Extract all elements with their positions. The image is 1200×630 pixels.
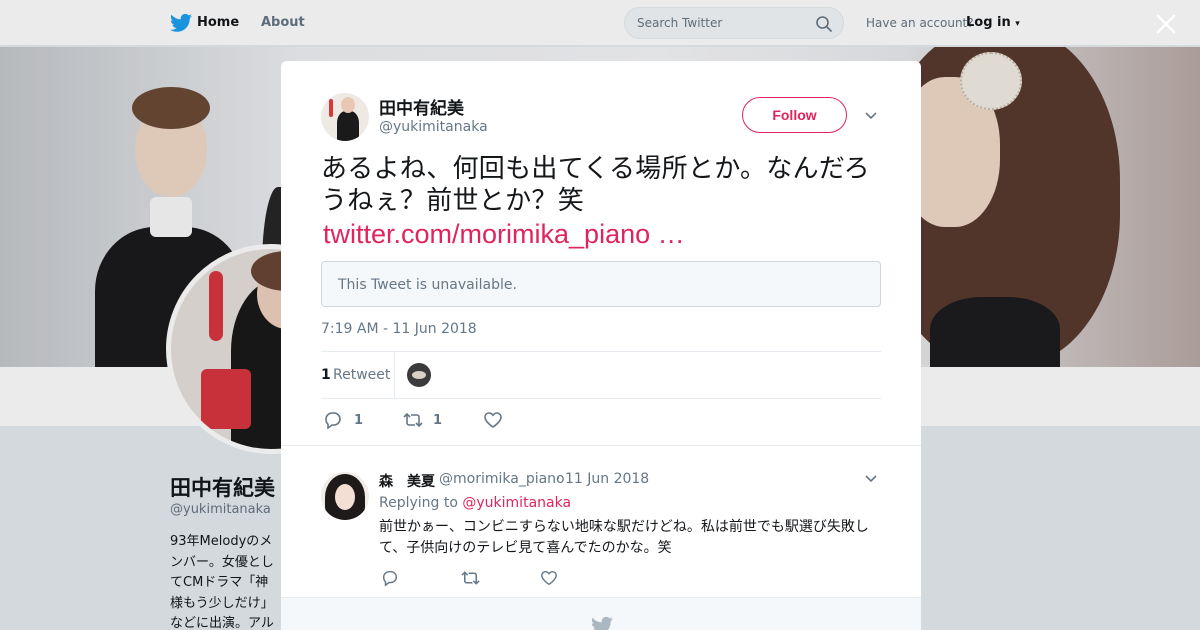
replying-to: Replying to @yukimitanaka [379, 495, 571, 511]
unavailable-message: This Tweet is unavailable. [338, 277, 517, 293]
tweet-permalink-modal: 田中有紀美 @yukimitanaka Follow あるよね、何回も出てくる場… [281, 61, 921, 630]
stats-divider [394, 352, 395, 398]
quoted-tweet-unavailable: This Tweet is unavailable. [321, 261, 881, 307]
reply-avatar-face [335, 484, 355, 510]
reply-author-name[interactable]: 森 美夏 [379, 471, 435, 491]
reply-icon[interactable] [381, 569, 399, 587]
reply-author-avatar[interactable] [321, 472, 369, 520]
tweet-timestamp[interactable]: 7:19 AM - 11 Jun 2018 [321, 321, 477, 337]
reply-date[interactable]: 11 Jun 2018 [565, 471, 649, 487]
tweet-stats: 1 Retweet [321, 351, 881, 399]
author-avatar[interactable] [321, 93, 369, 141]
replying-to-handle[interactable]: @yukimitanaka [462, 495, 571, 511]
tweet-quote-link[interactable]: twitter.com/morimika_piano … [323, 217, 685, 251]
retweeter-avatar-detail [412, 371, 426, 379]
retweet-icon[interactable] [460, 569, 481, 587]
reply-icon[interactable] [323, 411, 343, 429]
retweet-action-count: 1 [433, 413, 443, 428]
replying-to-prefix: Replying to [379, 495, 458, 511]
modal-footer [281, 597, 921, 630]
follow-button[interactable]: Follow [742, 97, 847, 133]
retweet-stat-label[interactable]: Retweet [333, 367, 390, 383]
twitter-bird-icon [591, 616, 613, 630]
reply-count: 1 [354, 413, 364, 428]
retweet-count[interactable]: 1 [321, 367, 331, 383]
chevron-down-icon[interactable] [863, 108, 879, 124]
reply-text: 前世かぁー、コンビニすらない地味な駅だけどね。私は前世でも駅選び失敗して、子供向… [379, 519, 869, 556]
retweet-icon[interactable] [402, 411, 424, 429]
chevron-down-icon[interactable] [863, 471, 879, 487]
author-name[interactable]: 田中有紀美 [379, 94, 464, 119]
reply-author-handle[interactable]: @morimika_piano [439, 471, 565, 487]
author-handle[interactable]: @yukimitanaka [379, 119, 488, 135]
reply-section-divider [281, 445, 921, 446]
avatar-face [341, 97, 355, 113]
reply-separator: · [556, 471, 561, 487]
retweeter-avatar[interactable] [407, 363, 431, 387]
tweet-text: あるよね、何回も出てくる場所とか。なんだろうねぇ？前世とか？笑 [321, 154, 870, 216]
phone-icon [329, 99, 333, 117]
close-icon[interactable] [1154, 12, 1178, 36]
heart-icon[interactable] [483, 411, 503, 429]
heart-icon[interactable] [540, 569, 558, 587]
avatar-figure [337, 111, 359, 141]
